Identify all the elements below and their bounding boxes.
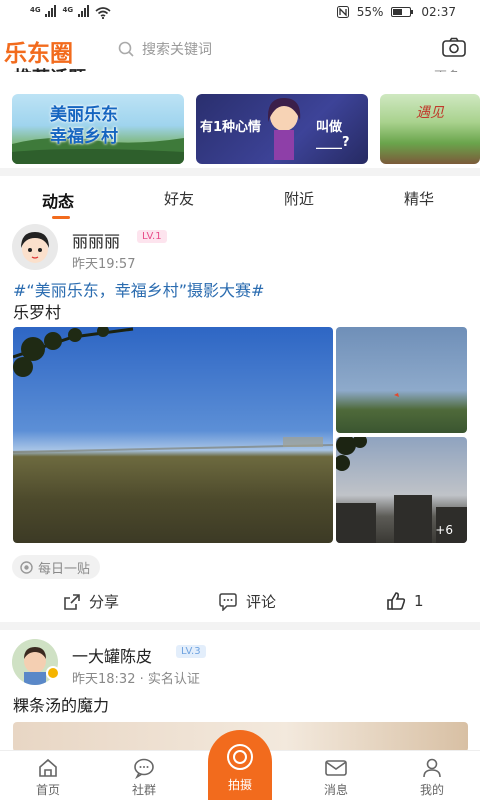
signal-bars-icon	[45, 5, 57, 17]
like-count: 1	[414, 592, 424, 610]
topic-1-line1: 美丽乐东	[50, 105, 118, 125]
chat-bubble-icon	[134, 758, 154, 779]
post-1-text: 乐罗村	[13, 303, 62, 322]
clock: 02:37	[421, 5, 456, 19]
comment-button[interactable]: 评论	[218, 591, 276, 612]
nav-community-label: 社群	[131, 783, 156, 797]
network-type-2: 4G	[62, 6, 74, 14]
post-2-meta: 昨天18:32 · 实名认证	[72, 668, 200, 687]
nav-messages[interactable]: 消息	[306, 757, 366, 798]
avatar[interactable]	[12, 224, 58, 270]
wifi-icon	[95, 6, 111, 19]
topic-2-title: 有1种心情	[200, 120, 262, 135]
home-icon	[39, 758, 57, 777]
topic-1-line2: 幸福乡村	[50, 127, 118, 147]
post-1-photo-main[interactable]	[13, 327, 333, 543]
post-1-time: 昨天19:57	[72, 257, 136, 272]
nav-community[interactable]: 社群	[114, 757, 174, 798]
tab-friends[interactable]: 好友	[164, 188, 194, 209]
post-2-username[interactable]: 一大罐陈皮	[72, 643, 152, 667]
nav-shoot-button[interactable]: 拍摄	[208, 730, 272, 800]
nav-home[interactable]: 首页	[18, 757, 78, 798]
tab-nearby[interactable]: 附近	[284, 188, 314, 209]
nav-profile[interactable]: 我的	[402, 757, 462, 798]
envelope-icon	[325, 760, 347, 776]
topic-card-3[interactable]: 遇见	[380, 94, 480, 164]
camera-icon[interactable]	[442, 37, 466, 57]
topic-card-2[interactable]: 有1种心情 叫做____?	[196, 94, 368, 164]
tree-branch-graphic	[13, 327, 333, 453]
share-label: 分享	[89, 593, 120, 611]
signal-1: 4G	[30, 5, 57, 20]
kite-graphic	[394, 393, 399, 397]
active-tab-indicator	[52, 216, 70, 219]
topic-3-title: 遇见	[416, 105, 444, 121]
search-placeholder: 搜索关键词	[142, 42, 212, 58]
signal-2: 4G	[62, 5, 89, 20]
verified-badge-icon	[46, 666, 60, 680]
comment-icon	[219, 592, 237, 611]
battery-icon	[391, 7, 414, 17]
level-badge: LV.1	[137, 230, 167, 243]
person-icon	[423, 758, 441, 778]
post-1-photo-2[interactable]	[336, 327, 467, 433]
signal-bars-icon	[77, 5, 89, 17]
share-button[interactable]: 分享	[63, 591, 119, 612]
daily-post-tag[interactable]: 每日一贴	[12, 555, 101, 579]
post-1-photo-3[interactable]: +6	[336, 437, 467, 543]
aperture-camera-icon	[227, 744, 253, 770]
tab-featured[interactable]: 精华	[404, 188, 434, 209]
topic-2-title2: 叫做____?	[316, 120, 350, 150]
post-1-username[interactable]: 丽丽丽	[72, 228, 120, 252]
comment-label: 评论	[246, 593, 277, 611]
feed-tabs: 动态 好友 附近 精华	[0, 178, 480, 220]
status-bar: 4G 4G 55% 02:37	[0, 0, 480, 26]
topic-1-title: 美丽乐东 幸福乡村	[50, 104, 118, 148]
search-bar[interactable]: 搜索关键词	[118, 39, 212, 59]
post-2-text: 粿条汤的魔力	[13, 696, 110, 715]
daily-post-tag-label: 每日一贴	[38, 561, 91, 577]
search-icon	[118, 41, 134, 57]
meta-separator: ·	[139, 672, 144, 687]
post-1-hashtag[interactable]: #“美丽乐东，幸福乡村”摄影大赛#	[13, 279, 264, 303]
cartoon-girl-illustration	[268, 98, 301, 160]
cartoon-avatar-icon	[12, 224, 58, 270]
tab-dynamic[interactable]: 动态	[42, 188, 74, 212]
topics-carousel[interactable]: 美丽乐东 幸福乡村 有1种心情 叫做____? 遇见	[0, 72, 480, 168]
topic-card-1[interactable]: 美丽乐东 幸福乡村	[12, 94, 184, 164]
nfc-icon	[336, 6, 349, 18]
nav-profile-label: 我的	[419, 783, 444, 797]
nav-shoot-label: 拍摄	[227, 778, 252, 792]
nav-messages-label: 消息	[323, 783, 348, 797]
post-2-time: 昨天18:32	[72, 672, 136, 687]
eye-icon	[20, 560, 33, 574]
thumbs-up-icon	[387, 592, 406, 610]
app-screen: 4G 4G 55% 02:37 乐东圈 搜索关键词 推荐话题 更多	[0, 0, 480, 800]
network-type-1: 4G	[30, 6, 41, 14]
hashtag-link[interactable]: #“美丽乐东，幸福乡村”摄影大赛#	[13, 281, 264, 300]
battery-percent: 55%	[356, 5, 384, 19]
section-divider	[0, 168, 480, 176]
more-photos-count: +6	[435, 523, 453, 537]
like-button[interactable]: 1	[386, 591, 424, 611]
app-logo: 乐东圈	[4, 41, 73, 67]
post-divider	[0, 622, 480, 630]
verified-label: 实名认证	[147, 672, 200, 687]
level-badge: LV.3	[176, 645, 206, 658]
share-icon	[64, 593, 80, 610]
nav-home-label: 首页	[35, 783, 60, 797]
